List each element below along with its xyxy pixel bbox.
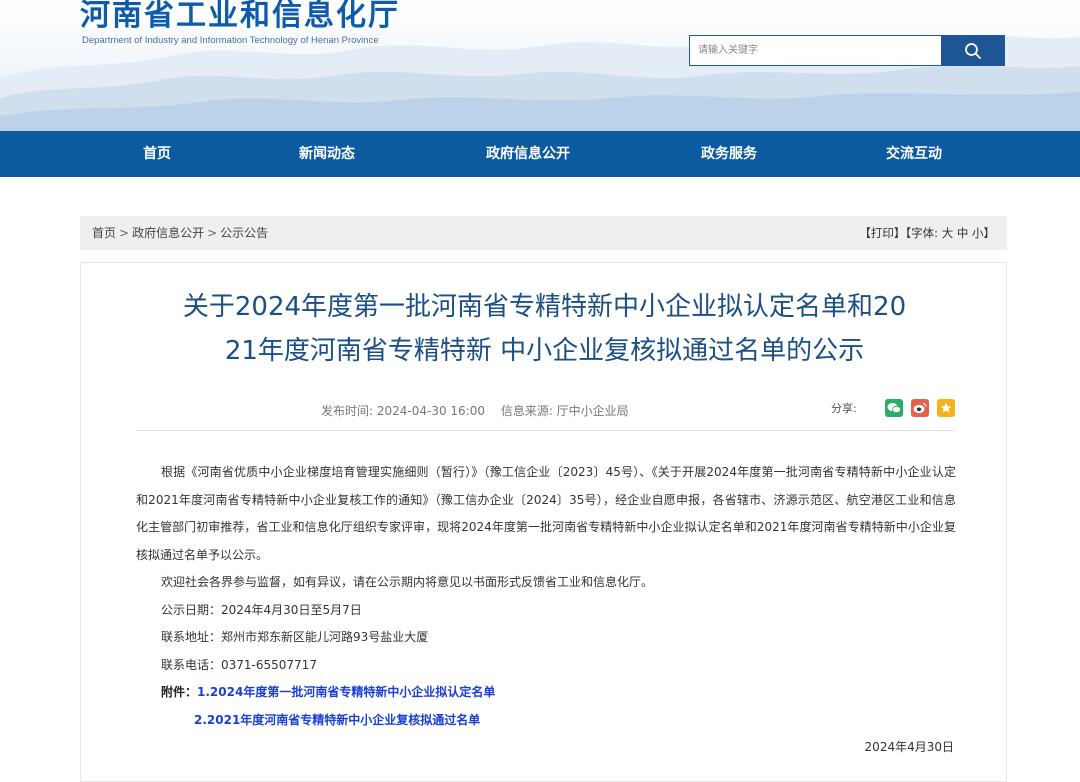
nav-item-home[interactable]: 首页 <box>143 131 171 177</box>
attachment-row: 2.2021年度河南省专精特新中小企业复核拟通过名单 <box>136 707 956 735</box>
attachment-row: 附件：1.2024年度第一批河南省专精特新中小企业拟认定名单 <box>136 679 956 707</box>
share-wechat-button[interactable] <box>885 399 903 417</box>
nav-item-interaction[interactable]: 交流互动 <box>886 131 942 177</box>
search-icon <box>964 42 982 60</box>
share-favorite-button[interactable] <box>937 399 955 417</box>
main-nav: 首页 新闻动态 政府信息公开 政务服务 交流互动 <box>0 131 1080 177</box>
search-box <box>689 35 1005 66</box>
article-title: 关于2024年度第一批河南省专精特新中小企业拟认定名单和20 21年度河南省专精… <box>81 285 1008 373</box>
breadcrumb-separator: > <box>119 226 129 240</box>
article-paragraph: 欢迎社会各界参与监督，如有异议，请在公示期内将意见以书面形式反馈省工业和信息化厅… <box>136 569 956 597</box>
page-tools: 【打印】【字体: 大 中 小】 <box>859 216 995 250</box>
font-large-button[interactable]: 大 <box>942 226 954 240</box>
contact-phone: 联系电话：0371-65507717 <box>136 652 956 680</box>
print-button[interactable]: 【打印】 <box>859 226 905 240</box>
attachment-link-2[interactable]: 2.2021年度河南省专精特新中小企业复核拟通过名单 <box>194 713 480 727</box>
notice-date: 公示日期：2024年4月30日至5月7日 <box>136 597 956 625</box>
share-weibo-button[interactable] <box>911 399 929 417</box>
contact-address: 联系地址：郑州市郑东新区能儿河路93号盐业大厦 <box>136 624 956 652</box>
share-bar: 分享: <box>831 399 955 417</box>
search-input[interactable] <box>690 36 942 65</box>
attachment-link-1[interactable]: 1.2024年度第一批河南省专精特新中小企业拟认定名单 <box>197 685 495 699</box>
font-size-label: 【字体: <box>905 226 938 240</box>
attachment-label: 附件： <box>161 685 197 699</box>
article-title-line1: 关于2024年度第一批河南省专精特新中小企业拟认定名单和20 <box>183 292 906 322</box>
site-title: 河南省工业和信息化厅 <box>80 0 400 34</box>
breadcrumb-bar: 首页>政府信息公开>公示公告 【打印】【字体: 大 中 小】 <box>80 216 1007 250</box>
nav-item-gov-info[interactable]: 政府信息公开 <box>486 131 570 177</box>
article-paragraph: 根据《河南省优质中小企业梯度培育管理实施细则（暂行）》（豫工信企业〔2023〕4… <box>136 459 956 569</box>
wechat-icon <box>887 402 901 414</box>
site-header: 河南省工业和信息化厅 Department of Industry and In… <box>0 0 1080 131</box>
breadcrumb-gov-info[interactable]: 政府信息公开 <box>132 226 204 240</box>
search-button[interactable] <box>941 36 1004 65</box>
meta-divider <box>136 430 954 431</box>
share-label: 分享: <box>831 400 857 416</box>
site-subtitle: Department of Industry and Information T… <box>82 35 379 46</box>
sign-date: 2024年4月30日 <box>136 734 956 762</box>
article-title-line2: 21年度河南省专精特新 中小企业复核拟通过名单的公示 <box>225 336 864 366</box>
nav-item-news[interactable]: 新闻动态 <box>299 131 355 177</box>
breadcrumb: 首页>政府信息公开>公示公告 <box>92 216 268 250</box>
font-medium-button[interactable]: 中 <box>957 226 969 240</box>
nav-item-services[interactable]: 政务服务 <box>701 131 757 177</box>
article-panel: 关于2024年度第一批河南省专精特新中小企业拟认定名单和20 21年度河南省专精… <box>80 262 1007 782</box>
article-meta: 发布时间: 2024-04-30 16:00 信息来源: 厅中小企业局 <box>321 402 641 419</box>
publish-time: 发布时间: 2024-04-30 16:00 <box>321 404 485 418</box>
article-body: 根据《河南省优质中小企业梯度培育管理实施细则（暂行）》（豫工信企业〔2023〕4… <box>136 459 956 762</box>
font-size-suffix: 】 <box>984 226 996 240</box>
breadcrumb-home[interactable]: 首页 <box>92 226 116 240</box>
info-source: 信息来源: 厅中小企业局 <box>501 404 629 418</box>
star-icon <box>940 402 952 414</box>
breadcrumb-notices[interactable]: 公示公告 <box>220 226 268 240</box>
weibo-icon <box>913 402 927 414</box>
breadcrumb-separator: > <box>207 226 217 240</box>
font-small-button[interactable]: 小 <box>972 226 984 240</box>
